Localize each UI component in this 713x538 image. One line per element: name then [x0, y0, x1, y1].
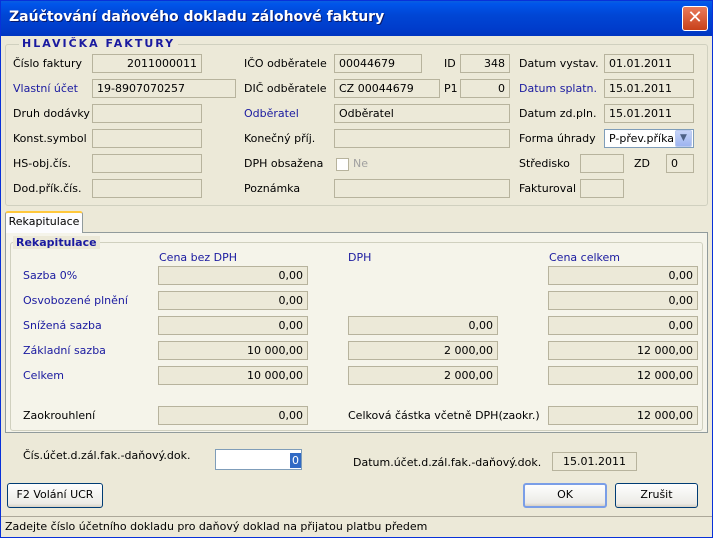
hs-obj-label: HS-obj.čís. [13, 157, 72, 170]
hs-obj-field[interactable] [92, 154, 202, 173]
datum-ucet-field[interactable]: 15.01.2011 [552, 452, 637, 471]
datum-zd-label: Datum zd.pln. [519, 107, 597, 120]
datum-ucet-label: Datum.účet.d.zál.fak.-daňový.dok. [353, 456, 542, 469]
sazba0-bez-field[interactable]: 0,00 [158, 266, 308, 285]
cislo-faktury-field[interactable]: 2011000011 [92, 54, 202, 73]
konecny-prijemce-label: Konečný příj. [244, 132, 316, 145]
zakladni-bez-field[interactable]: 10 000,00 [158, 341, 308, 360]
p1-field[interactable]: 0 [460, 79, 510, 98]
poznamka-field[interactable] [334, 179, 510, 198]
cancel-button[interactable]: Zrušit [615, 483, 698, 508]
druh-dodavky-field[interactable] [92, 104, 202, 123]
datum-splatn-label[interactable]: Datum splatn. [519, 82, 597, 95]
osvob-bez-field[interactable]: 0,00 [158, 291, 308, 310]
cis-ucet-input[interactable] [215, 449, 302, 470]
vlastni-ucet-field[interactable]: 19-8907070257 [92, 79, 236, 98]
row-label-celkem: Celkem [23, 369, 64, 382]
header-group-title: HLAVIČKA FAKTURY [19, 37, 179, 50]
odberatel-field[interactable]: Odběratel [334, 104, 510, 123]
row-label-osvobozene: Osvobozené plnění [23, 294, 128, 307]
datum-vystav-label: Datum vystav. [519, 57, 599, 70]
dod-prik-label: Dod.přík.čís. [13, 182, 82, 195]
ico-label: IČO odběratele [244, 57, 327, 70]
snizena-bez-field[interactable]: 0,00 [158, 316, 308, 335]
cis-ucet-value: 0 [290, 453, 301, 468]
zakladni-dph-field[interactable]: 2 000,00 [348, 341, 498, 360]
poznamka-label: Poznámka [244, 182, 301, 195]
close-icon[interactable]: ✕ [682, 6, 708, 31]
snizena-dph-field[interactable]: 0,00 [348, 316, 498, 335]
title-bar[interactable]: Zaúčtování daňového dokladu zálohové fak… [1, 1, 712, 36]
col-header-bez-dph: Cena bez DPH [159, 251, 238, 264]
zaokrouhleni-label: Zaokrouhlení [23, 409, 96, 422]
forma-uhrady-label: Forma úhrady [519, 132, 596, 145]
dod-prik-field[interactable] [92, 179, 202, 198]
row-label-sazba0: Sazba 0% [23, 269, 78, 282]
dph-obsazena-label: DPH obsažena [244, 157, 324, 170]
datum-vystav-field[interactable]: 01.01.2011 [604, 54, 694, 73]
dic-field[interactable]: CZ 00044679 [334, 79, 440, 98]
stredisko-label: Středisko [519, 157, 570, 170]
row-label-zakladni: Základní sazba [23, 344, 106, 357]
celkem-dph-field[interactable]: 2 000,00 [348, 366, 498, 385]
celkem-celkem-field[interactable]: 12 000,00 [548, 366, 698, 385]
ico-field[interactable]: 00044679 [334, 54, 422, 73]
datum-splatn-field[interactable]: 15.01.2011 [604, 79, 694, 98]
tab-rekapitulace[interactable]: Rekapitulace [5, 211, 83, 233]
celkova-castka-label: Celková částka včetně DPH(zaokr.) [348, 409, 540, 422]
osvob-celkem-field[interactable]: 0,00 [548, 291, 698, 310]
cis-ucet-label: Čís.účet.d.zál.fak.-daňový.dok. [23, 449, 191, 462]
dic-label: DIČ odběratele [244, 82, 327, 95]
dph-obsazena-checkbox[interactable] [336, 158, 349, 171]
snizena-celkem-field[interactable]: 0,00 [548, 316, 698, 335]
chevron-down-icon[interactable]: ▼ [675, 130, 692, 147]
dialog-window: Zaúčtování daňového dokladu zálohové fak… [0, 0, 713, 538]
vlastni-ucet-label[interactable]: Vlastní účet [13, 82, 78, 95]
zakladni-celkem-field[interactable]: 12 000,00 [548, 341, 698, 360]
sazba0-celkem-field[interactable]: 0,00 [548, 266, 698, 285]
zaokrouhleni-field[interactable]: 0,00 [158, 406, 308, 425]
col-header-celkem: Cena celkem [549, 251, 620, 264]
odberatel-label[interactable]: Odběratel [244, 107, 299, 120]
id-label: ID [444, 57, 456, 70]
id-field[interactable]: 348 [460, 54, 510, 73]
cislo-faktury-label: Číslo faktury [13, 57, 83, 70]
celkova-castka-field[interactable]: 12 000,00 [548, 406, 698, 425]
celkem-bez-field[interactable]: 10 000,00 [158, 366, 308, 385]
col-header-dph: DPH [348, 251, 372, 264]
p1-label: P1 [444, 82, 458, 95]
konst-symbol-label: Konst.symbol [13, 132, 87, 145]
f2-volani-ucr-button[interactable]: F2 Volání UCR [7, 483, 103, 508]
stredisko-field[interactable] [580, 154, 624, 173]
konst-symbol-field[interactable] [92, 129, 202, 148]
row-label-snizena: Snížená sazba [23, 319, 102, 332]
konecny-prijemce-field[interactable] [334, 129, 510, 148]
zd-field[interactable]: 0 [666, 154, 694, 173]
window-title: Zaúčtování daňového dokladu zálohové fak… [9, 9, 385, 25]
status-bar: Zadejte číslo účetního dokladu pro daňov… [1, 516, 712, 537]
zd-label: ZD [634, 157, 651, 170]
ok-button[interactable]: OK [523, 483, 607, 508]
recap-group-title: Rekapitulace [13, 236, 100, 249]
fakturoval-label: Fakturoval [519, 182, 577, 195]
druh-dodavky-label: Druh dodávky [13, 107, 90, 120]
dph-obsazena-value: Ne [353, 157, 368, 170]
fakturoval-field[interactable] [580, 179, 624, 198]
datum-zd-field[interactable]: 15.01.2011 [604, 104, 694, 123]
